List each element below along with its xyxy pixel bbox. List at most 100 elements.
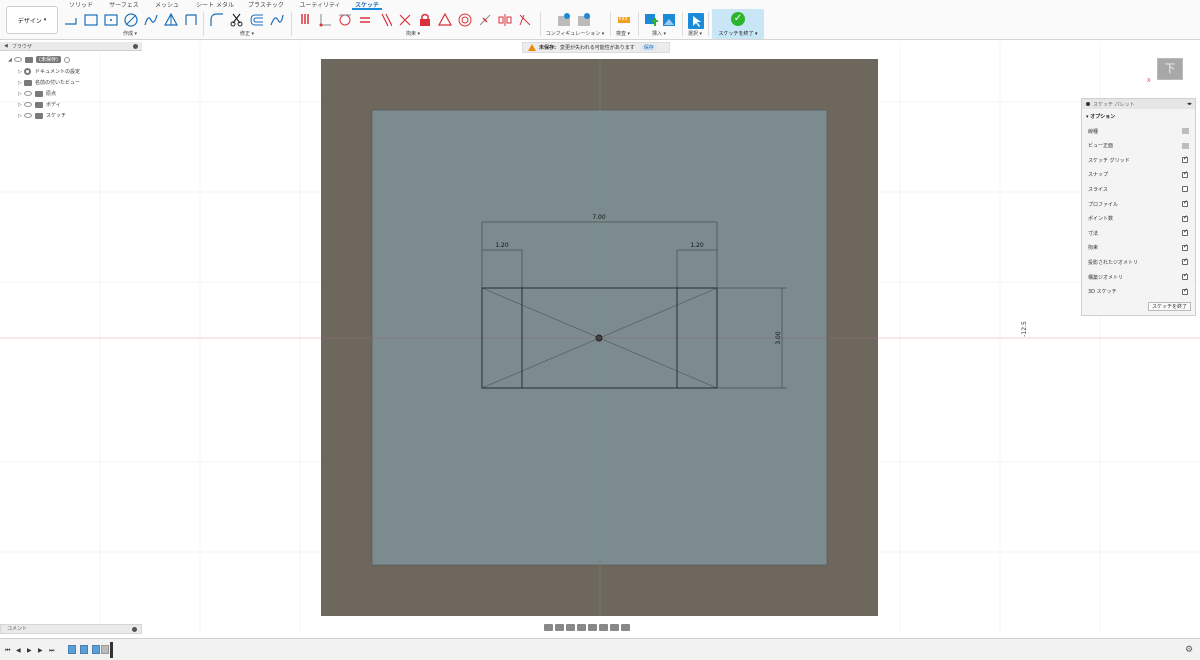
tab-sketch[interactable]: スケッチ <box>352 1 382 10</box>
activate-radio-icon[interactable] <box>63 56 70 63</box>
save-button[interactable]: 保存 <box>640 44 657 51</box>
go-to-start-icon[interactable]: ⏮ <box>5 647 10 655</box>
palette-header[interactable]: スケッチ パレット ◂▸ <box>1082 99 1195 109</box>
visibility-eye-icon[interactable] <box>14 57 22 62</box>
create-group-label[interactable]: 作成 ▾ <box>110 30 150 37</box>
tab-sheet-metal[interactable]: シート メタル <box>194 1 236 10</box>
gear-icon[interactable]: ⚙ <box>1185 645 1193 655</box>
panel-options-icon[interactable] <box>133 43 138 49</box>
browser-item-named-views[interactable]: ▷ 名前の付いたビュー <box>18 78 80 87</box>
palette-row[interactable]: スケッチ グリッド <box>1088 154 1192 166</box>
lock-icon[interactable] <box>418 13 432 27</box>
finish-sketch-button[interactable]: ✓ スケッチを終了 ▾ <box>712 9 764 39</box>
fix-icon[interactable] <box>298 13 312 27</box>
equal-icon[interactable] <box>358 13 372 27</box>
browser-item-bodies[interactable]: ▷ ボディ <box>18 100 61 109</box>
visibility-eye-icon[interactable] <box>24 113 32 118</box>
palette-checkbox[interactable] <box>1182 287 1188 295</box>
configuration-rule-icon[interactable] <box>577 13 591 27</box>
select-cursor-icon[interactable] <box>688 13 704 29</box>
tab-solid[interactable]: ソリッド <box>64 1 98 10</box>
palette-option-icon[interactable] <box>1182 128 1189 134</box>
palette-row[interactable]: 拘束 <box>1088 242 1192 254</box>
palette-option-icon[interactable] <box>1182 142 1189 149</box>
parallel-icon[interactable] <box>378 13 393 27</box>
polygon-icon[interactable] <box>163 12 179 27</box>
constraints-group-label[interactable]: 拘束 ▾ <box>398 30 428 37</box>
display-settings-icon[interactable] <box>599 624 608 631</box>
timeline-marker[interactable] <box>110 642 113 658</box>
offset-icon[interactable] <box>250 13 264 27</box>
timeline-item-sketch[interactable] <box>68 645 76 654</box>
timeline-item-sketch[interactable] <box>80 645 88 654</box>
palette-checkbox[interactable] <box>1182 214 1188 222</box>
tab-surface[interactable]: サーフェス <box>106 1 142 10</box>
workspace-switcher-button[interactable]: デザイン ▾ <box>6 6 58 34</box>
browser-item-origin[interactable]: ▷ 原点 <box>18 89 56 98</box>
tab-utility[interactable]: ユーティリティ <box>298 1 342 10</box>
palette-row[interactable]: 投影されたジオメトリ <box>1088 256 1192 268</box>
rectangle-icon[interactable] <box>84 13 98 27</box>
circle-icon[interactable] <box>124 13 138 27</box>
trim-icon[interactable] <box>230 13 244 27</box>
palette-checkbox[interactable] <box>1182 186 1188 193</box>
palette-row[interactable]: スナップ <box>1088 169 1192 181</box>
browser-header[interactable]: ◀ ブラウザ <box>0 42 142 51</box>
configuration-table-icon[interactable] <box>557 13 571 27</box>
go-to-end-icon[interactable]: ⏭ <box>49 647 54 655</box>
palette-checkbox[interactable] <box>1182 170 1188 178</box>
dimension-width[interactable]: 7.00 <box>592 214 606 221</box>
coincident-icon[interactable] <box>318 13 332 27</box>
step-back-icon[interactable]: ◀ <box>16 647 21 654</box>
modify-group-label[interactable]: 修正 ▾ <box>232 30 262 37</box>
palette-checkbox[interactable] <box>1182 272 1188 280</box>
panel-options-icon[interactable] <box>132 627 137 632</box>
symmetry-icon[interactable] <box>498 13 512 27</box>
rectangle-center-icon[interactable] <box>104 13 118 27</box>
viewports-icon[interactable] <box>621 624 630 631</box>
palette-row[interactable]: スライス <box>1088 183 1192 195</box>
browser-root[interactable]: ◢ (未保存) <box>8 55 73 64</box>
browser-item-document-settings[interactable]: ▷ ドキュメントの設定 <box>18 67 80 76</box>
view-cube[interactable]: 下 <box>1157 58 1183 80</box>
palette-row[interactable]: ビュー正面 <box>1088 140 1192 152</box>
orbit-icon[interactable] <box>544 624 553 631</box>
fit-icon[interactable] <box>588 624 597 631</box>
step-forward-icon[interactable]: ▶ <box>38 647 43 654</box>
palette-row[interactable]: プロファイル <box>1088 198 1192 210</box>
palette-row[interactable]: 構築ジオメトリ <box>1088 271 1192 283</box>
insert-mesh-icon[interactable] <box>644 13 658 27</box>
line-icon[interactable] <box>64 13 78 27</box>
concentric-icon[interactable] <box>458 13 472 27</box>
measure-icon[interactable] <box>617 13 631 27</box>
palette-checkbox[interactable] <box>1182 243 1188 251</box>
insert-image-icon[interactable] <box>662 13 676 27</box>
zoom-icon[interactable] <box>577 624 586 631</box>
configuration-group-label[interactable]: コンフィギュレーション ▾ <box>544 30 606 37</box>
view-cube-face[interactable]: 下 <box>1165 62 1176 75</box>
palette-options-heading[interactable]: ▾ オプション <box>1086 113 1115 120</box>
visibility-eye-icon[interactable] <box>24 102 32 107</box>
collinear-icon[interactable] <box>478 13 492 27</box>
palette-checkbox[interactable] <box>1182 199 1188 207</box>
spline-icon[interactable] <box>270 13 284 27</box>
tab-plastic[interactable]: プラスチック <box>244 1 288 10</box>
palette-checkbox[interactable] <box>1182 257 1188 266</box>
sketch-viewport[interactable]: 7.00 1.20 1.20 3.00 -12.5 <box>0 42 1200 632</box>
finish-sketch-button-small[interactable]: スケッチを終了 <box>1147 302 1191 311</box>
fillet-icon[interactable] <box>210 13 224 27</box>
midpoint-icon[interactable] <box>437 12 453 27</box>
slot-icon[interactable] <box>184 13 198 27</box>
visibility-eye-icon[interactable] <box>24 91 32 96</box>
perpendicular-icon[interactable] <box>398 13 412 27</box>
palette-checkbox[interactable] <box>1182 155 1188 164</box>
insert-group-label[interactable]: 挿入 ▾ <box>648 30 670 37</box>
palette-row[interactable]: 寸法 <box>1088 227 1192 239</box>
curvature-icon[interactable] <box>518 13 532 27</box>
look-at-icon[interactable] <box>555 624 564 631</box>
palette-row[interactable]: 線種 <box>1088 125 1192 137</box>
dimension-right-width[interactable]: 1.20 <box>690 242 704 249</box>
dimension-height[interactable]: 3.00 <box>775 331 782 345</box>
grid-settings-icon[interactable] <box>610 624 619 631</box>
select-group-label[interactable]: 選択 ▾ <box>684 30 706 37</box>
